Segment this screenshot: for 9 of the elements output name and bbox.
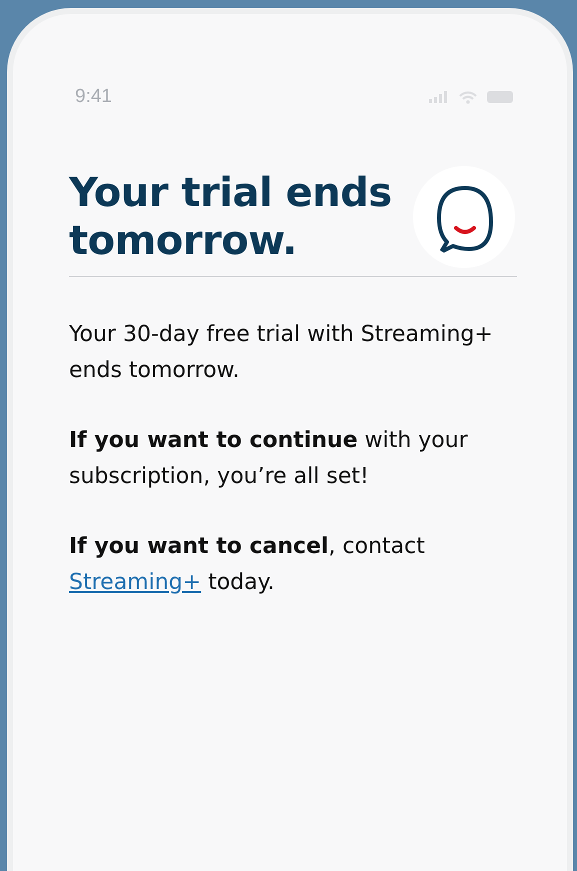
body-paragraph: If you want to cancel, contact Streaming+ today.: [69, 533, 426, 597]
status-time: 9:41: [75, 86, 112, 108]
body-paragraph: Your 30-day free trial with Streaming+ ends tomorrow.: [69, 321, 494, 385]
battery-icon: [487, 91, 513, 103]
signal-icon: [429, 91, 449, 103]
page-title: Your trial ends tomorrow.: [69, 169, 393, 265]
streaming-link[interactable]: Streaming+: [69, 570, 202, 595]
body-paragraph: If you want to continue with your subscription, you’re all set!: [69, 427, 469, 491]
wifi-icon: [459, 90, 477, 104]
